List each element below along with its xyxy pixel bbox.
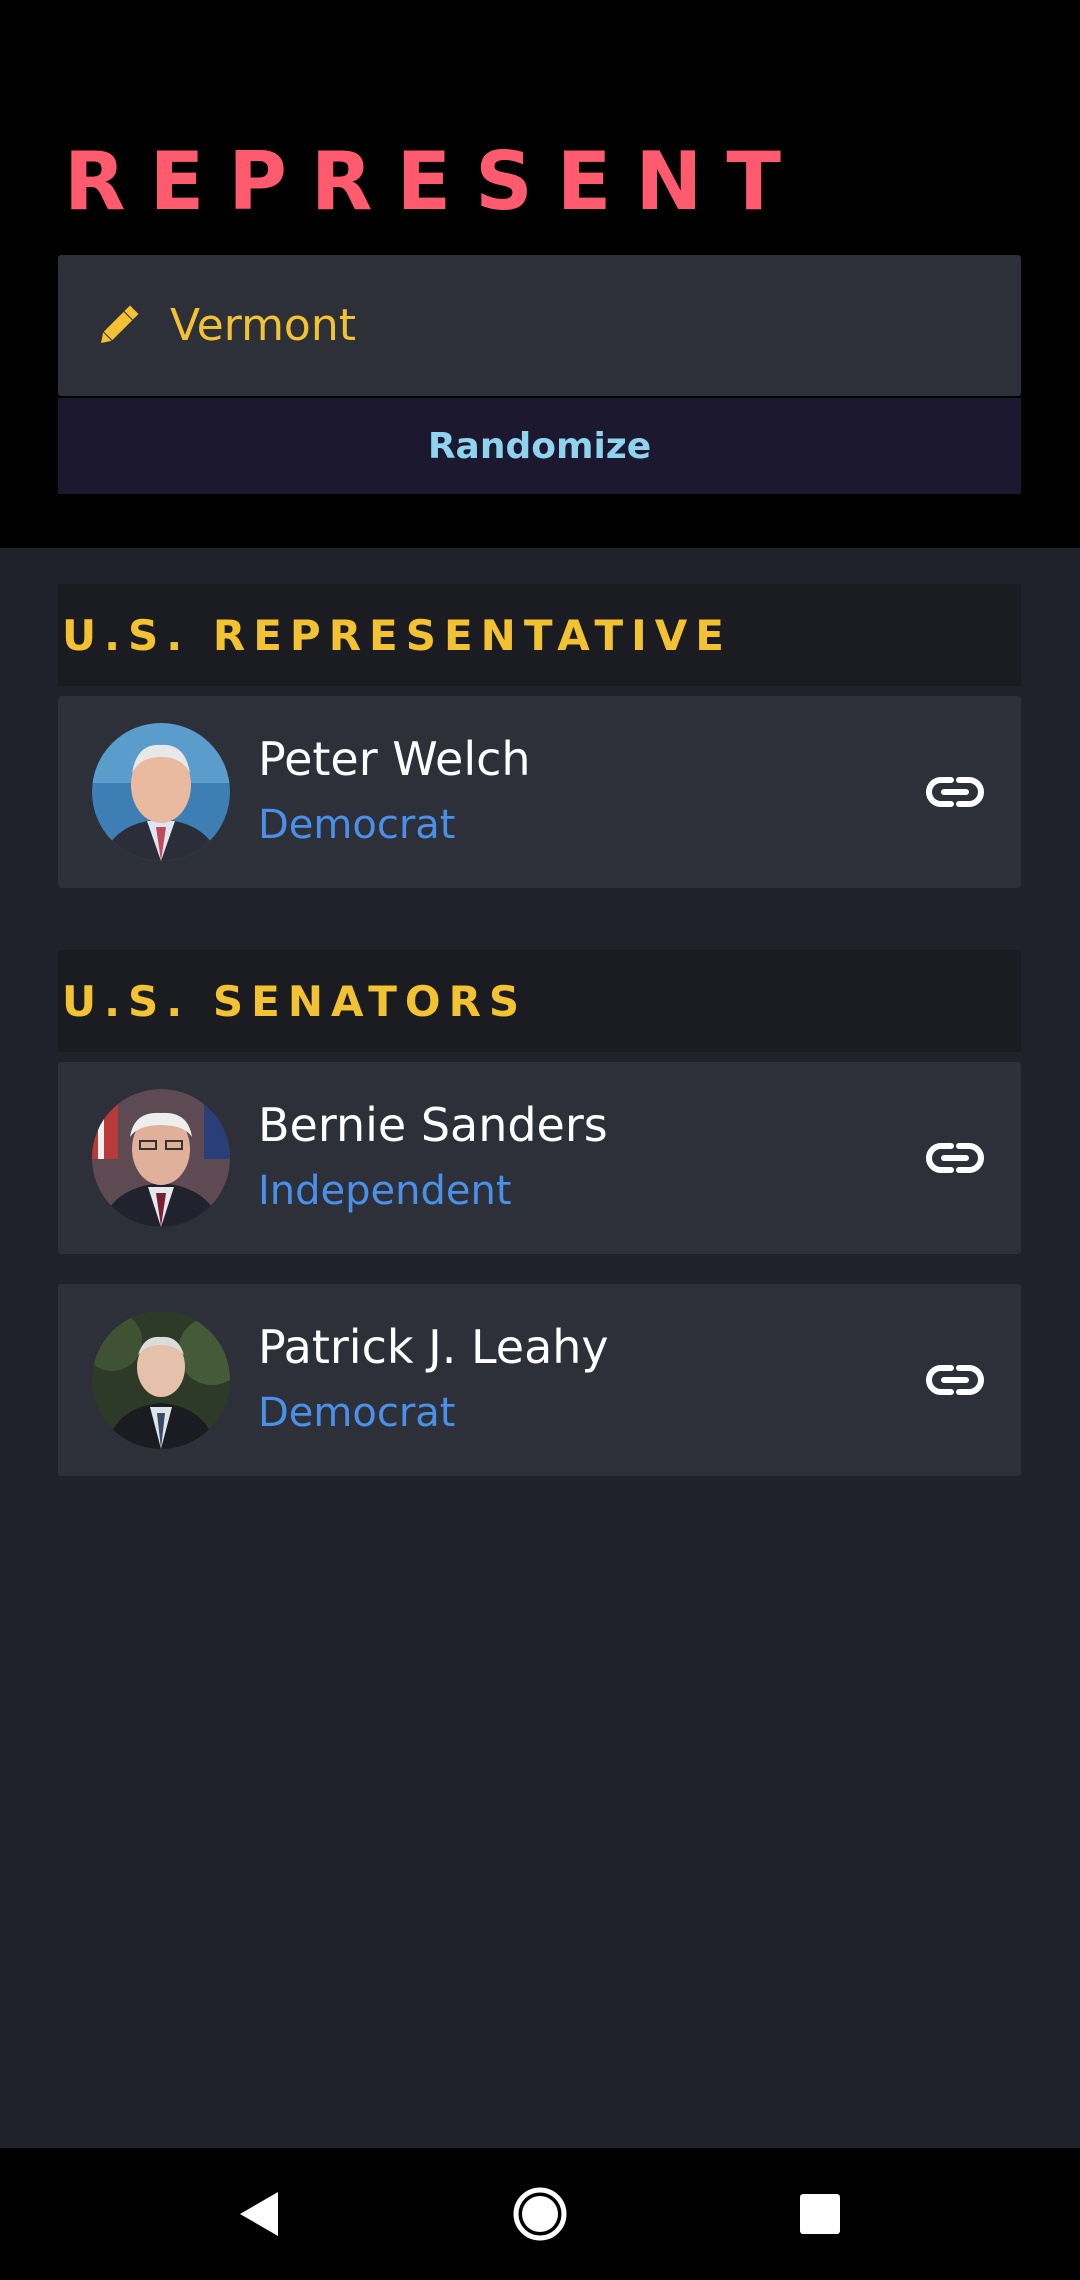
app-title: REPRESENT	[64, 135, 805, 228]
state-input-value: Vermont	[170, 300, 356, 351]
rep-name: Peter Welch	[258, 732, 531, 786]
section-header-representative: U.S. REPRESENTATIVE	[58, 584, 1021, 686]
state-input[interactable]: Vermont	[58, 255, 1021, 396]
rep-party: Independent	[258, 1168, 512, 1214]
app-header: REPRESENT Vermont Randomize	[0, 0, 1080, 548]
link-icon[interactable]	[925, 762, 985, 822]
rep-card-patrick-leahy[interactable]: Patrick J. Leahy Democrat	[58, 1284, 1021, 1476]
pencil-icon	[92, 300, 144, 352]
rep-card-peter-welch[interactable]: Peter Welch Democrat	[58, 696, 1021, 888]
avatar	[92, 1311, 230, 1449]
link-icon[interactable]	[925, 1350, 985, 1410]
link-icon[interactable]	[925, 1128, 985, 1188]
section-header-senators: U.S. SENATORS	[58, 950, 1021, 1052]
system-nav-bar	[0, 2148, 1080, 2280]
rep-party: Democrat	[258, 1390, 456, 1436]
avatar	[92, 723, 230, 861]
home-circle-icon[interactable]	[510, 2184, 570, 2244]
randomize-button[interactable]: Randomize	[58, 398, 1021, 494]
avatar	[92, 1089, 230, 1227]
rep-name: Patrick J. Leahy	[258, 1320, 609, 1374]
back-triangle-icon[interactable]	[230, 2184, 290, 2244]
representatives-list: U.S. REPRESENTATIVE Peter Welch Democrat…	[0, 548, 1080, 2148]
recents-square-icon[interactable]	[790, 2184, 850, 2244]
rep-card-bernie-sanders[interactable]: Bernie Sanders Independent	[58, 1062, 1021, 1254]
rep-name: Bernie Sanders	[258, 1098, 608, 1152]
rep-party: Democrat	[258, 802, 456, 848]
